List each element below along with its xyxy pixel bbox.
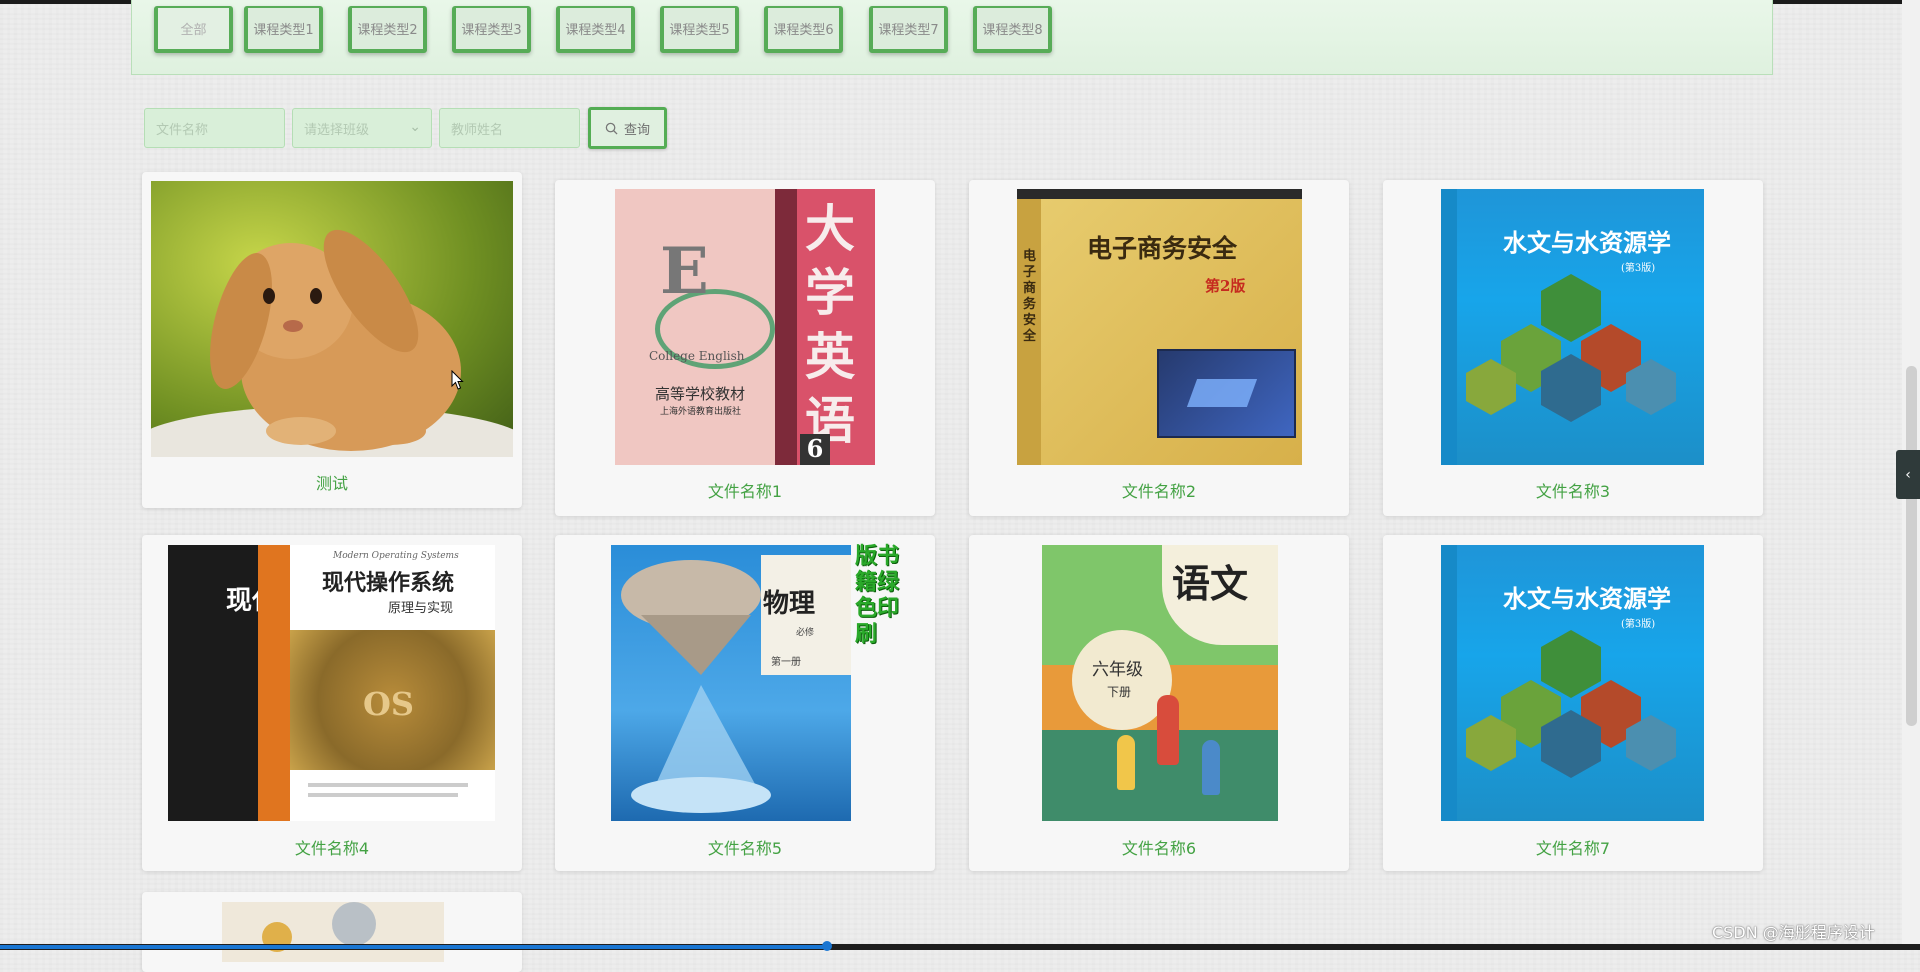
chevron-down-icon: ⌄: [409, 119, 421, 135]
file-card[interactable]: [142, 892, 522, 972]
course-type-5[interactable]: 课程类型5: [660, 6, 739, 53]
course-type-bar: 全部 课程类型1 课程类型2 课程类型3 课程类型4 课程类型5 课程类型6 课…: [131, 0, 1773, 75]
scrollbar-thumb[interactable]: [1906, 366, 1917, 726]
mouse-cursor-icon: [451, 370, 464, 390]
progress-fill: [0, 945, 830, 949]
file-card[interactable]: 电子商务安全 电子商务安全 第2版 文件名称2: [969, 180, 1349, 516]
file-cover-image[interactable]: [151, 181, 513, 457]
file-card[interactable]: 大学英语 E College English 高等学校教材 上海外语教育出版社 …: [555, 180, 935, 516]
file-cover-image[interactable]: 水文与水资源学 (第3版): [1441, 189, 1704, 465]
teacher-name-input[interactable]: 教师姓名: [439, 108, 580, 148]
course-type-all[interactable]: 全部: [154, 6, 233, 53]
file-name-label[interactable]: 文件名称2: [969, 478, 1349, 502]
course-type-4[interactable]: 课程类型4: [556, 6, 635, 53]
file-name-label[interactable]: 文件名称1: [555, 478, 935, 502]
file-name-placeholder: 文件名称: [156, 122, 209, 138]
file-card[interactable]: 语文 六年级 下册 文件名称6: [969, 535, 1349, 871]
file-name-label[interactable]: 文件名称6: [969, 835, 1349, 859]
file-cover-image[interactable]: [222, 902, 444, 962]
file-card[interactable]: 水文与水资源学 (第3版) 文件名称7: [1383, 535, 1763, 871]
class-select[interactable]: 请选择班级 ⌄: [292, 108, 432, 148]
file-name-input[interactable]: 文件名称: [144, 108, 285, 148]
file-card[interactable]: 现代 Modern Operating Systems 现代操作系统 原理与实现…: [142, 535, 522, 871]
course-type-7[interactable]: 课程类型7: [869, 6, 948, 53]
course-type-6[interactable]: 课程类型6: [764, 6, 843, 53]
file-cover-image[interactable]: 大学英语 E College English 高等学校教材 上海外语教育出版社 …: [615, 189, 875, 465]
file-cover-image[interactable]: 物理 必修 第一册: [611, 545, 851, 821]
class-select-placeholder: 请选择班级: [304, 122, 370, 138]
file-name-label[interactable]: 文件名称4: [142, 835, 522, 859]
file-name-label[interactable]: 文件名称5: [555, 835, 935, 859]
file-cover-image[interactable]: 现代 Modern Operating Systems 现代操作系统 原理与实现…: [168, 545, 495, 821]
course-type-1[interactable]: 课程类型1: [244, 6, 323, 53]
file-cover-image[interactable]: 水文与水资源学 (第3版): [1441, 545, 1704, 821]
file-cover-image[interactable]: 语文 六年级 下册: [1042, 545, 1278, 821]
file-cover-image[interactable]: 电子商务安全 电子商务安全 第2版: [1017, 189, 1302, 465]
course-type-8[interactable]: 课程类型8: [973, 6, 1052, 53]
file-name-label[interactable]: 文件名称7: [1383, 835, 1763, 859]
file-card[interactable]: 测试: [142, 172, 522, 508]
watermark: CSDN @海彤程序设计: [1712, 923, 1875, 942]
file-name-label[interactable]: 文件名称3: [1383, 478, 1763, 502]
file-card[interactable]: 物理 必修 第一册 版书籍绿色印刷 文件名称5: [555, 535, 935, 871]
query-button[interactable]: 查询: [588, 107, 667, 149]
course-type-2[interactable]: 课程类型2: [348, 6, 427, 53]
teacher-name-placeholder: 教师姓名: [451, 122, 504, 138]
file-card[interactable]: 水文与水资源学 (第3版) 文件名称3: [1383, 180, 1763, 516]
course-type-3[interactable]: 课程类型3: [452, 6, 531, 53]
chevron-left-icon[interactable]: ‹: [1896, 450, 1920, 499]
search-icon: [605, 122, 618, 135]
query-label: 查询: [623, 122, 650, 138]
file-name-label[interactable]: 测试: [142, 470, 522, 494]
progress-bar[interactable]: [0, 941, 1920, 951]
